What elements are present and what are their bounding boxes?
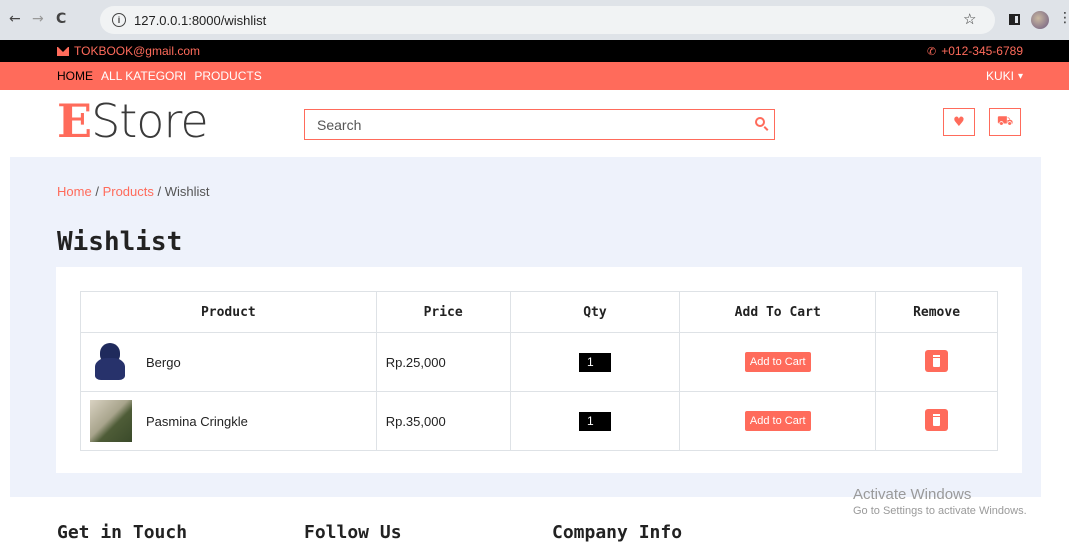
- column-header-product: Product: [80, 291, 377, 333]
- browser-toolbar: ← → C i 127.0.0.1:8000/wishlist ☆ ⋮: [0, 0, 1069, 40]
- breadcrumb-home[interactable]: Home: [57, 184, 92, 199]
- reload-icon[interactable]: C: [56, 11, 66, 27]
- price-cell: Rp.25,000: [375, 332, 511, 392]
- page-title: Wishlist: [57, 227, 183, 257]
- nav-all-kategori[interactable]: ALL KATEGORI: [101, 69, 186, 83]
- breadcrumb: Home / Products / Wishlist: [57, 184, 210, 199]
- footer-heading-company-info: Company Info: [552, 522, 683, 543]
- estore-logo[interactable]: EStore: [57, 94, 209, 148]
- activation-watermark: Activate Windows Go to Settings to activ…: [853, 486, 1027, 517]
- search-icon[interactable]: [755, 117, 765, 127]
- logo-initial: E: [57, 94, 92, 148]
- bookmark-star-icon[interactable]: ☆: [963, 10, 976, 28]
- add-to-cart-button[interactable]: Add to Cart: [744, 352, 811, 372]
- breadcrumb-products[interactable]: Products: [103, 184, 154, 199]
- column-header-add-to-cart: Add To Cart: [679, 291, 877, 333]
- breadcrumb-separator: /: [157, 184, 162, 199]
- quantity-input[interactable]: 1: [578, 352, 611, 372]
- user-menu[interactable]: KUKI ▾: [986, 69, 1023, 83]
- add-to-cart-cell: Add to Cart: [679, 332, 877, 392]
- add-to-cart-cell: Add to Cart: [679, 391, 877, 451]
- cart-button[interactable]: ⛟: [989, 108, 1021, 136]
- watermark-subtitle: Go to Settings to activate Windows.: [853, 505, 1027, 517]
- table-row: Bergo Rp.25,000 1 Add to Cart: [80, 332, 998, 392]
- contact-phone[interactable]: +012-345-6789: [941, 44, 1023, 58]
- breadcrumb-current: Wishlist: [164, 184, 210, 199]
- watermark-title: Activate Windows: [853, 486, 972, 503]
- wishlist-card: Product Price Qty Add To Cart Remove Ber…: [56, 267, 1022, 473]
- main-content: Home / Products / Wishlist Wishlist Prod…: [10, 157, 1041, 497]
- table-header-row: Product Price Qty Add To Cart Remove: [80, 291, 998, 333]
- quantity-input[interactable]: 1: [578, 411, 611, 431]
- contact-bar: TOKBOOK@gmail.com ✆ +012-345-6789: [0, 40, 1069, 62]
- envelope-icon: [57, 46, 69, 56]
- search-placeholder: Search: [317, 116, 362, 133]
- remove-cell: [875, 332, 998, 392]
- column-header-qty: Qty: [509, 291, 681, 333]
- contact-email[interactable]: TOKBOOK@gmail.com: [74, 44, 200, 58]
- table-row: Pasmina Cringkle Rp.35,000 1 Add to Cart: [80, 391, 998, 451]
- caret-down-icon: ▾: [1017, 70, 1023, 82]
- price-cell: Rp.35,000: [375, 391, 511, 451]
- forward-icon[interactable]: →: [32, 11, 44, 27]
- product-thumbnail[interactable]: [90, 341, 132, 383]
- cart-icon: ⛟: [996, 113, 1014, 129]
- search-input[interactable]: Search: [304, 109, 775, 140]
- product-name[interactable]: Pasmina Cringkle: [146, 414, 248, 429]
- heart-icon: ♥: [953, 114, 965, 130]
- back-icon[interactable]: ←: [9, 11, 21, 27]
- profile-avatar[interactable]: [1031, 11, 1049, 29]
- logo-text: Store: [91, 94, 209, 148]
- side-panel-icon[interactable]: [1009, 14, 1020, 25]
- user-name: KUKI: [985, 69, 1014, 83]
- address-bar[interactable]: i 127.0.0.1:8000/wishlist: [100, 6, 995, 34]
- column-header-remove: Remove: [875, 291, 998, 333]
- product-thumbnail[interactable]: [90, 400, 132, 442]
- column-header-price: Price: [375, 291, 511, 333]
- product-cell: Pasmina Cringkle: [80, 391, 377, 451]
- trash-icon[interactable]: [925, 349, 949, 372]
- site-header: EStore Search ♥ ⛟: [0, 90, 1069, 157]
- site-info-icon[interactable]: i: [112, 13, 126, 27]
- main-nav: HOME ALL KATEGORI PRODUCTS KUKI ▾: [0, 62, 1069, 90]
- nav-products[interactable]: PRODUCTS: [194, 69, 261, 83]
- qty-cell: 1: [509, 391, 681, 451]
- breadcrumb-separator: /: [95, 184, 99, 199]
- nav-home[interactable]: HOME: [57, 69, 93, 83]
- url-text: 127.0.0.1:8000/wishlist: [134, 12, 267, 28]
- remove-cell: [875, 391, 998, 451]
- product-name[interactable]: Bergo: [146, 355, 181, 370]
- product-cell: Bergo: [80, 332, 377, 392]
- footer-heading-follow-us: Follow Us: [304, 522, 402, 543]
- footer-heading-get-in-touch: Get in Touch: [57, 522, 188, 543]
- trash-icon[interactable]: [925, 408, 949, 431]
- qty-cell: 1: [509, 332, 681, 392]
- wishlist-table: Product Price Qty Add To Cart Remove Ber…: [80, 291, 998, 451]
- wishlist-button[interactable]: ♥: [943, 108, 975, 136]
- browser-menu-icon[interactable]: ⋮: [1058, 10, 1069, 26]
- add-to-cart-button[interactable]: Add to Cart: [744, 411, 811, 431]
- phone-icon: ✆: [927, 44, 937, 58]
